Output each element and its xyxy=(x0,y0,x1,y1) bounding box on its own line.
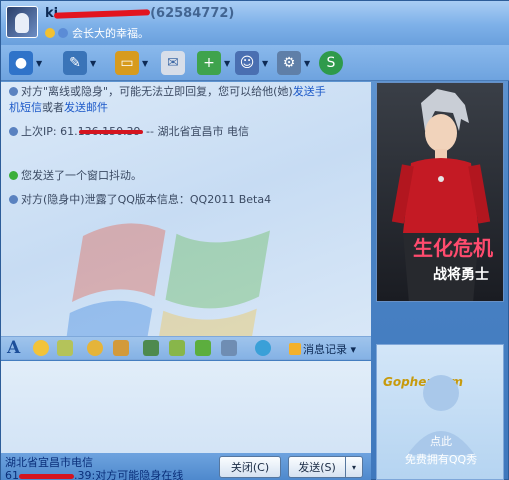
free-qq-show-link[interactable]: 免费拥有QQ秀 xyxy=(377,451,503,467)
message-version-leak: 对方(隐身中)泄露了QQ版本信息：QQ2011 Beta4 xyxy=(9,192,365,208)
contact-ip-status: 61 .39:对方可能隐身在线 xyxy=(5,467,183,480)
show-subtitle: 战将勇士 xyxy=(433,266,489,283)
camera-icon: ● xyxy=(9,51,33,75)
video-call-button[interactable]: ● ▼ xyxy=(9,50,42,76)
click-here-text[interactable]: 点此 xyxy=(377,433,503,449)
star-icon xyxy=(45,28,55,38)
info-icon xyxy=(9,87,18,96)
remote-assist-button[interactable]: ☺ ▼ xyxy=(235,50,268,76)
qq-show-figure: 生化危机 战将勇士 xyxy=(391,89,493,301)
chat-toolbar: ● ▼ ✎ ▼ ▭ ▼ ✉ + ▼ ☺ ▼ ⚙ ▼ S xyxy=(1,45,509,81)
folder-icon: ▭ xyxy=(115,51,139,75)
message-input[interactable] xyxy=(1,361,371,453)
send-button[interactable]: 发送(S) xyxy=(288,456,346,478)
chat-window: ki (62584772) 会长大的幸福。 ● ▼ ✎ ▼ ▭ ▼ ✉ + ▼ ☺ ▼ ⚙ ▼… xyxy=(0,0,509,480)
version-text: 对方(隐身中)泄露了QQ版本信息：QQ2011 Beta4 xyxy=(21,193,272,206)
magic-emoji-icon[interactable] xyxy=(57,340,73,356)
notice-text: 对方"离线或隐身"，可能无法立即回复，您可以给他(她) xyxy=(21,85,293,98)
info-icon xyxy=(9,195,18,204)
chevron-down-icon[interactable]: ▼ xyxy=(142,59,148,68)
notice-or-text: 或者 xyxy=(42,101,64,114)
signature-text: 会长大的幸福。 xyxy=(72,27,149,40)
gear-icon: ⚙ xyxy=(277,51,301,75)
redaction-mark xyxy=(54,8,151,19)
format-toolbar: A 消息记录 ▾ xyxy=(1,336,371,360)
voice-call-button[interactable]: ✎ ▼ xyxy=(63,50,96,76)
chevron-down-icon[interactable]: ▾ xyxy=(351,343,357,356)
music-note-icon[interactable] xyxy=(169,340,185,356)
chevron-down-icon[interactable]: ▼ xyxy=(224,59,230,68)
contact-qq-number: (62584772) xyxy=(150,6,235,21)
bottom-bar: 湖北省宜昌市电信 61.39:对方可能隐身在线 关闭(C) 发送(S) ▾ xyxy=(1,453,371,480)
send-email-link[interactable]: 发送邮件 xyxy=(64,101,108,114)
chevron-down-icon[interactable]: ▼ xyxy=(304,59,310,68)
font-icon[interactable]: A xyxy=(7,338,20,358)
chevron-down-icon[interactable]: ▼ xyxy=(36,59,42,68)
animation-icon[interactable] xyxy=(87,340,103,356)
message-offline-notice: 对方"离线或隐身"，可能无法立即回复，您可以给他(她)发送手 机短信或者发送邮件 xyxy=(9,84,365,116)
windows-logo-watermark xyxy=(66,223,270,336)
send-mail-button[interactable]: ✉ xyxy=(161,50,185,76)
envelope-icon: ✉ xyxy=(161,51,185,75)
ip-head: 61 xyxy=(5,469,19,480)
shake-text: 您发送了一个窗口抖动。 xyxy=(21,169,142,182)
redaction-mark xyxy=(19,473,74,479)
qq-show-avatar[interactable]: 生化危机 战将勇士 xyxy=(376,82,504,302)
history-icon xyxy=(289,343,301,355)
qq-music-icon[interactable] xyxy=(255,340,271,356)
contact-avatar[interactable] xyxy=(6,6,38,38)
send-sms-link-continued[interactable]: 机短信 xyxy=(9,101,42,114)
qq-show-panel: 生化危机 战将勇士 Gopher.com 点此 免费拥有QQ秀 xyxy=(374,82,506,480)
microphone-icon: ✎ xyxy=(63,51,87,75)
history-label: 消息记录 xyxy=(303,343,347,356)
message-last-ip: 上次IP: 61.136.150.39 -- 湖北省宜昌市 电信 xyxy=(9,124,365,140)
check-icon xyxy=(9,171,18,180)
music-icon: S xyxy=(319,51,343,75)
gift-icon[interactable] xyxy=(195,340,211,356)
screenshot-icon[interactable] xyxy=(221,340,237,356)
close-button[interactable]: 关闭(C) xyxy=(219,456,281,478)
contact-name: ki (62584772) xyxy=(45,6,234,21)
image-icon[interactable] xyxy=(143,340,159,356)
info-icon xyxy=(9,127,18,136)
message-log[interactable]: 对方"离线或隐身"，可能无法立即回复，您可以给他(她)发送手 机短信或者发送邮件… xyxy=(1,82,371,336)
ip-location: -- 湖北省宜昌市 电信 xyxy=(142,125,249,138)
signature-icon xyxy=(58,28,68,38)
qq-show-promo[interactable]: Gopher.com 点此 免费拥有QQ秀 xyxy=(376,344,504,480)
ip-status-text: .39:对方可能隐身在线 xyxy=(74,469,184,480)
shake-icon[interactable] xyxy=(113,340,129,356)
send-options-dropdown[interactable]: ▾ xyxy=(346,456,363,478)
send-file-button[interactable]: ▭ ▼ xyxy=(115,50,148,76)
chat-header: ki (62584772) 会长大的幸福。 xyxy=(1,1,509,45)
qq-music-button[interactable]: S xyxy=(319,50,343,76)
chevron-down-icon[interactable]: ▼ xyxy=(90,59,96,68)
emoji-icon[interactable] xyxy=(33,340,49,356)
people-icon: ☺ xyxy=(235,51,259,75)
message-history-button[interactable]: 消息记录 ▾ xyxy=(289,341,356,357)
ip-label: 上次IP: 61 xyxy=(21,125,75,138)
show-title: 生化危机 xyxy=(413,236,493,260)
apps-button[interactable]: ⚙ ▼ xyxy=(277,50,310,76)
message-shake: 您发送了一个窗口抖动。 xyxy=(9,168,365,184)
chevron-down-icon[interactable]: ▼ xyxy=(262,59,268,68)
create-group-button[interactable]: + ▼ xyxy=(197,50,230,76)
contact-signature: 会长大的幸福。 xyxy=(45,25,149,41)
send-sms-link[interactable]: 发送手 xyxy=(293,85,326,98)
redaction-mark xyxy=(78,130,143,134)
add-icon: + xyxy=(197,51,221,75)
